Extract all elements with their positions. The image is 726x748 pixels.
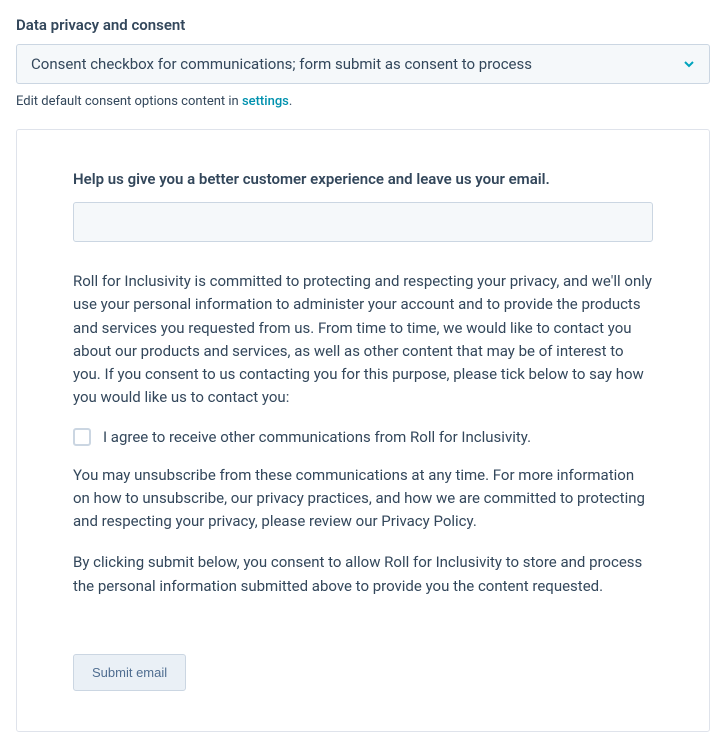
communications-checkbox[interactable] (73, 428, 91, 446)
form-preview-card: Help us give you a better customer exper… (16, 129, 710, 732)
communications-checkbox-label[interactable]: I agree to receive other communications … (103, 428, 531, 446)
consent-hint: Edit default consent options content in … (16, 94, 710, 109)
form-heading: Help us give you a better customer exper… (73, 170, 653, 188)
consent-type-dropdown[interactable]: Consent checkbox for communications; for… (16, 44, 710, 84)
settings-link[interactable]: settings (242, 94, 289, 109)
hint-prefix: Edit default consent options content in (16, 94, 242, 109)
communications-checkbox-row: I agree to receive other communications … (73, 428, 653, 446)
hint-suffix: . (289, 94, 292, 109)
privacy-intro-text: Roll for Inclusivity is committed to pro… (73, 270, 653, 410)
submit-email-button[interactable]: Submit email (73, 654, 186, 691)
section-title: Data privacy and consent (16, 16, 710, 34)
dropdown-selected-label: Consent checkbox for communications; for… (31, 55, 532, 73)
consent-submit-text: By clicking submit below, you consent to… (73, 551, 653, 598)
email-field[interactable] (73, 202, 653, 242)
unsubscribe-text: You may unsubscribe from these communica… (73, 464, 653, 534)
caret-down-icon (683, 58, 695, 70)
